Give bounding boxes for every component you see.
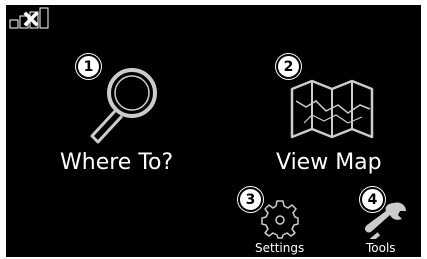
callout-2: 2: [276, 54, 301, 79]
folded-map-icon: [290, 79, 374, 139]
tools-label: Tools: [366, 241, 396, 255]
magnifier-icon: [90, 68, 157, 144]
no-gps-signal-icon: [9, 7, 49, 29]
view-map-label: View Map: [276, 150, 382, 175]
tools-button[interactable]: 4 Tools: [346, 185, 421, 257]
settings-label: Settings: [255, 241, 305, 255]
settings-button[interactable]: 3 Settings: [236, 185, 326, 257]
where-to-label: Where To?: [60, 150, 174, 175]
where-to-button[interactable]: 1 Where To?: [46, 54, 206, 185]
gear-icon: [261, 200, 299, 239]
wrench-icon: [364, 202, 406, 239]
status-bar: [8, 7, 68, 29]
device-screen: 1 Where To? 2 View Map 3 Settings 4 Tool…: [6, 5, 421, 257]
view-map-button[interactable]: 2 View Map: [266, 54, 416, 185]
